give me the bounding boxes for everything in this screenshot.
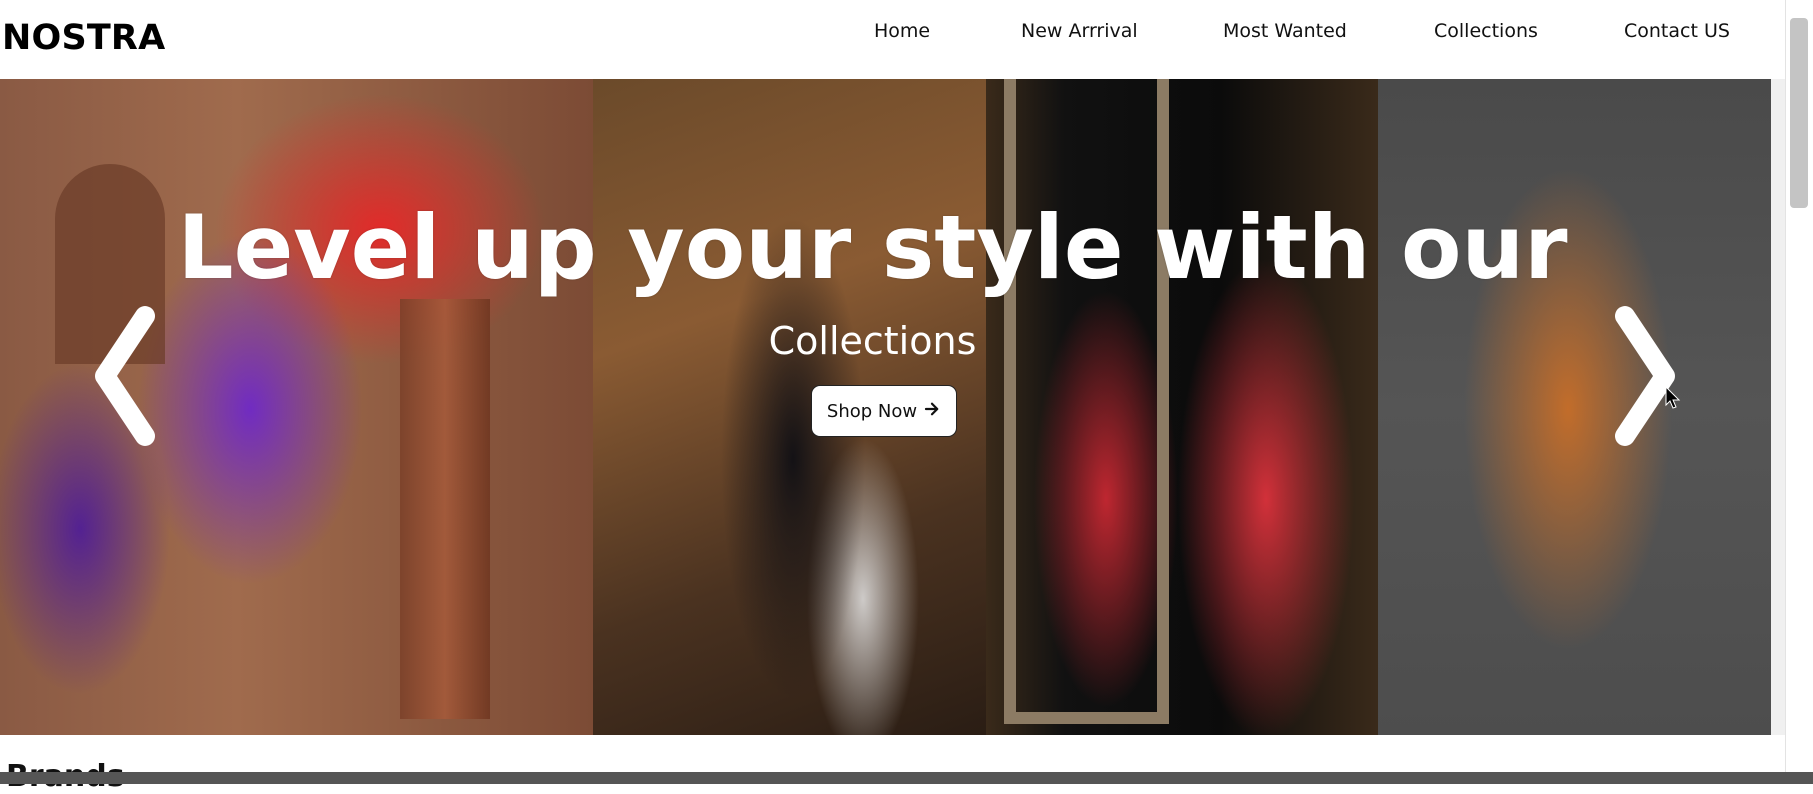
scrollbar-thumb[interactable] (1790, 18, 1808, 208)
shop-now-label: Shop Now (826, 400, 918, 422)
decor-mirror-frame (1004, 79, 1169, 724)
hero-image-edge (1771, 79, 1785, 735)
nav-link-collections[interactable]: Collections (1434, 20, 1538, 42)
arrow-right-icon (923, 400, 941, 423)
navbar: NOSTRA Home New Arrrival Most Wanted Col… (0, 0, 1785, 78)
hero-subtitle: Collections (768, 319, 977, 363)
hero-image-printed-suit (1378, 79, 1771, 735)
shop-now-button[interactable]: Shop Now (811, 385, 957, 437)
hero-carousel: Level up your style with our Collections… (0, 79, 1785, 735)
nav-link-home[interactable]: Home (874, 20, 930, 42)
nav-link-new-arrival[interactable]: New Arrrival (1021, 20, 1138, 42)
nav-link-most-wanted[interactable]: Most Wanted (1223, 20, 1347, 42)
nav-link-contact-us[interactable]: Contact US (1624, 20, 1730, 42)
page-scrollbar[interactable] (1785, 0, 1813, 772)
chevron-right-icon[interactable] (1595, 301, 1695, 451)
mouse-cursor-icon (1665, 385, 1681, 410)
bottom-bar (0, 772, 1813, 784)
hero-image-red-lehenga-mirror (986, 79, 1378, 735)
nav-links: Home New Arrrival Most Wanted Collection… (0, 20, 1785, 50)
chevron-left-icon[interactable] (75, 301, 175, 451)
hero-title: Level up your style with our (177, 196, 1568, 299)
